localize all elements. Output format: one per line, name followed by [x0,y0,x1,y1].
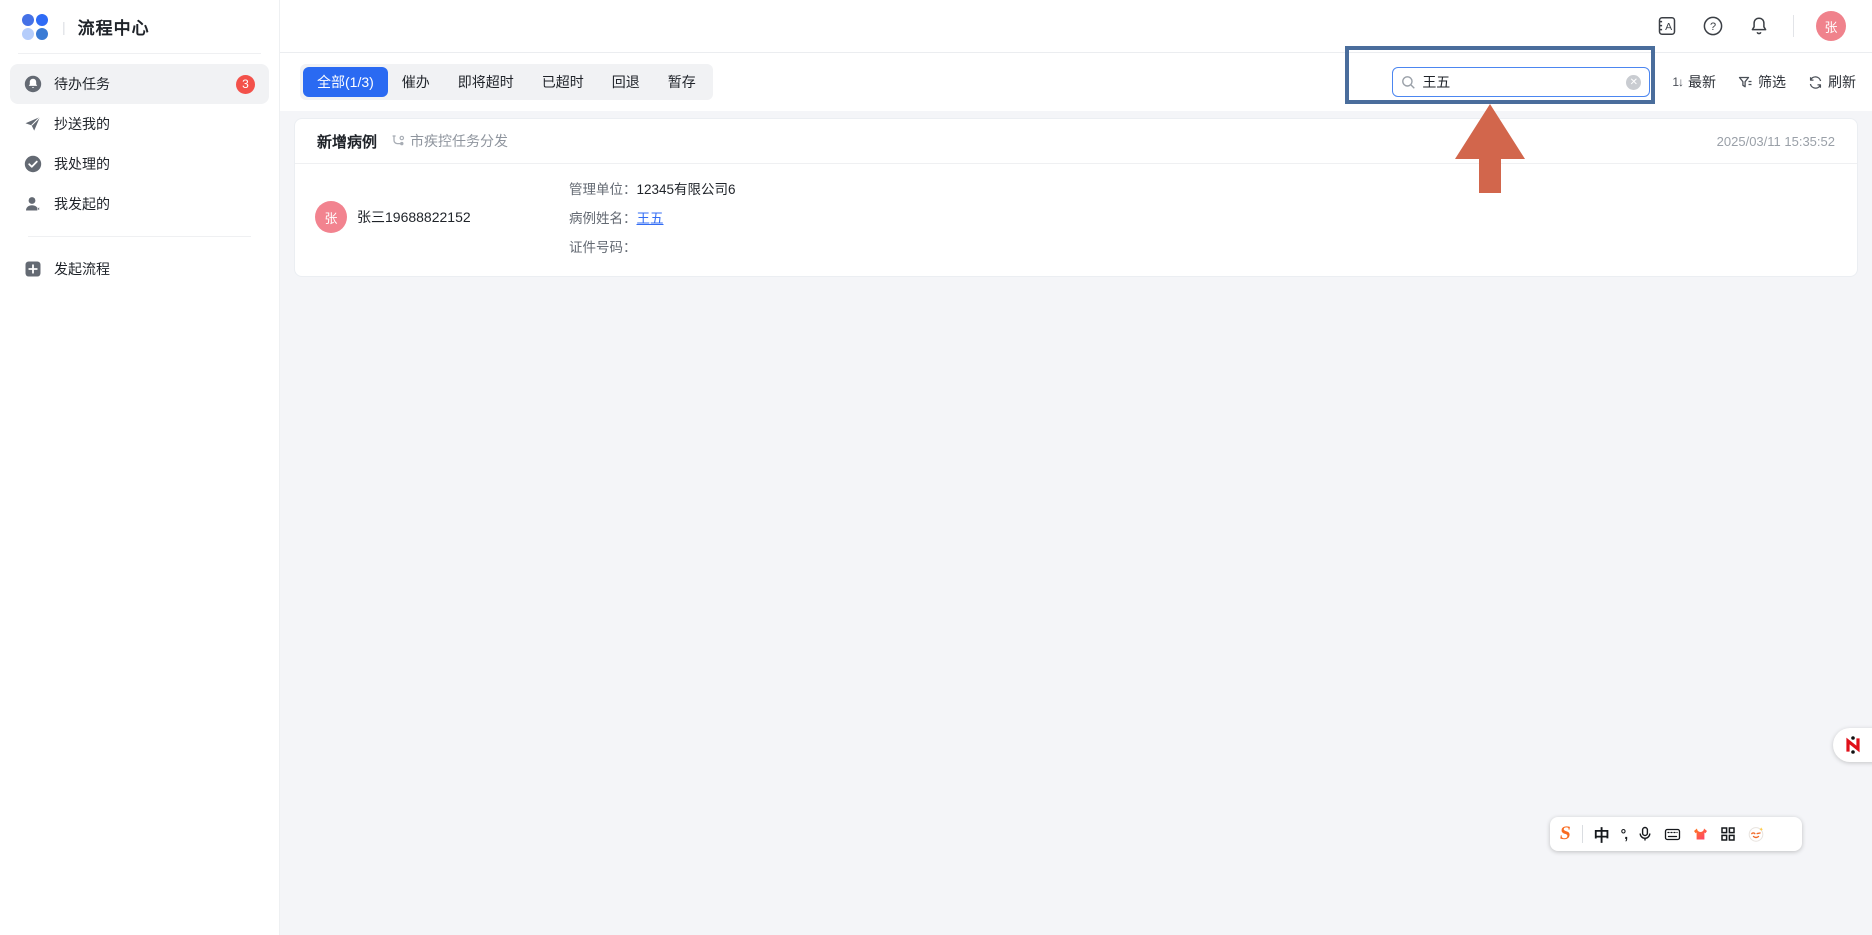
clear-search-icon[interactable]: ✕ [1626,75,1641,90]
svg-text:?: ? [1710,21,1716,33]
field-row: 证件号码： [569,236,736,256]
task-fields: 管理单位：12345有限公司6 病例姓名：王五 证件号码： [569,178,736,256]
task-timestamp: 2025/03/11 15:35:52 [1717,134,1835,149]
field-row: 管理单位：12345有限公司6 [569,178,736,198]
toolbar-right-group: ✕ 1↓ 最新 筛选 [1392,67,1856,97]
topbar-divider [1793,15,1794,37]
assignee-cell: 张 张三19688822152 [315,201,569,233]
sidebar-item-handled-by-me[interactable]: 我处理的 [10,144,269,184]
task-card-body: 张 张三19688822152 管理单位：12345有限公司6 病例姓名：王五 … [295,164,1857,276]
annotation-arrow-icon [1455,104,1525,159]
app-title: 流程中心 [78,14,150,39]
task-card[interactable]: 新增病例 市疾控任务分发 2025/03/11 15:35:52 [294,118,1858,277]
tab-all[interactable]: 全部(1/3) [303,67,388,97]
app-window: | 流程中心 待办任务 3 抄送我的 [0,0,1872,935]
task-list: 新增病例 市疾控任务分发 2025/03/11 15:35:52 [280,111,1872,935]
sort-icon: 1↓ [1672,75,1683,89]
person-icon [24,195,42,213]
ime-keyboard-icon[interactable] [1664,826,1681,843]
bell-circle-icon [24,75,42,93]
sidebar-item-label: 待办任务 [54,74,110,94]
ime-mic-icon[interactable] [1637,826,1653,842]
flow-tag: 市疾控任务分发 [391,131,508,151]
sogou-logo-icon[interactable]: S [1558,823,1572,845]
task-card-header: 新增病例 市疾控任务分发 2025/03/11 15:35:52 [295,119,1857,163]
check-circle-icon [24,155,42,173]
list-toolbar: 全部(1/3) 催办 即将超时 已超时 回退 暂存 ✕ 1↓ 最新 [280,53,1872,111]
top-header: A ? 张 [280,0,1872,53]
sidebar-item-start-flow[interactable]: 发起流程 [10,249,269,289]
search-box: ✕ [1392,67,1650,97]
tab-timed-out[interactable]: 已超时 [528,67,598,97]
notification-bell-icon[interactable] [1747,14,1771,38]
sort-latest-button[interactable]: 1↓ 最新 [1672,72,1716,92]
sidebar-item-cc-to-me[interactable]: 抄送我的 [10,104,269,144]
assignee-avatar: 张 [315,201,347,233]
app-logo-icon [22,14,48,40]
tab-about-to-timeout[interactable]: 即将超时 [444,67,528,97]
ime-apps-grid-icon[interactable] [1720,826,1736,842]
refresh-button[interactable]: 刷新 [1808,72,1856,92]
field-row: 病例姓名：王五 [569,207,736,227]
logo-divider: | [62,19,66,35]
refresh-icon [1808,75,1823,90]
sidebar-header: | 流程中心 [0,0,279,53]
help-icon[interactable]: ? [1701,14,1725,38]
tab-returned[interactable]: 回退 [598,67,654,97]
user-avatar[interactable]: 张 [1816,11,1846,41]
search-input[interactable] [1422,74,1620,90]
network-graph-icon [1842,734,1864,756]
tab-urge[interactable]: 催办 [388,67,444,97]
case-name-link[interactable]: 王五 [637,211,664,226]
ime-punctuation-icon[interactable]: °, [1621,826,1627,842]
language-icon[interactable]: A [1655,14,1679,38]
annotation-arrow-stem [1479,155,1501,193]
sidebar-item-label: 发起流程 [54,259,110,279]
ime-toolbar[interactable]: S 中 °, [1550,817,1802,851]
task-title: 新增病例 [317,131,377,152]
status-tabs: 全部(1/3) 催办 即将超时 已超时 回退 暂存 [300,64,713,100]
sidebar-item-label: 我处理的 [54,154,110,174]
plus-square-icon [24,260,42,278]
sidebar: | 流程中心 待办任务 3 抄送我的 [0,0,280,935]
todo-count-badge: 3 [236,75,255,94]
assignee-name: 张三19688822152 [357,207,471,227]
sidebar-item-label: 我发起的 [54,194,110,214]
flow-name: 市疾控任务分发 [410,131,508,151]
ime-mode-chinese[interactable]: 中 [1594,822,1610,846]
sidebar-menu: 待办任务 3 抄送我的 我处理的 [0,54,279,289]
ime-emoji-icon[interactable] [1747,825,1765,843]
edge-widget[interactable] [1833,728,1872,762]
search-icon [1401,75,1416,90]
sidebar-item-todo-tasks[interactable]: 待办任务 3 [10,64,269,104]
filter-button[interactable]: 筛选 [1738,72,1786,92]
tab-draft[interactable]: 暂存 [654,67,710,97]
sidebar-menu-divider [28,236,251,237]
svg-text:A: A [1665,21,1672,33]
filter-icon [1738,75,1753,90]
workflow-icon [391,134,405,148]
main-area: A ? 张 全部(1/3) 催办 即将超时 [280,0,1872,935]
ime-divider [1582,825,1583,843]
ime-skin-icon[interactable] [1692,826,1709,843]
sidebar-item-label: 抄送我的 [54,114,110,134]
sidebar-item-initiated-by-me[interactable]: 我发起的 [10,184,269,224]
send-icon [24,115,42,133]
